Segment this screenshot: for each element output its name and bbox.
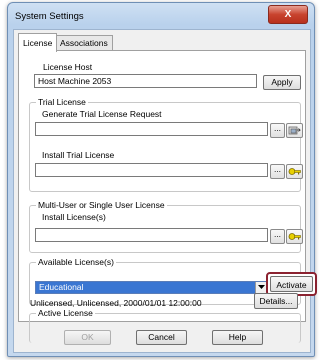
- active-license-group-title: Active License: [36, 308, 95, 318]
- license-host-input[interactable]: Host Machine 2053: [34, 74, 257, 88]
- install-licenses-key-button[interactable]: [286, 229, 303, 244]
- generate-trial-label: Generate Trial License Request: [42, 109, 162, 119]
- details-button[interactable]: Details...: [254, 293, 298, 309]
- active-license-status: Unlicensed, Unlicensed, 2000/01/01 12:00…: [30, 298, 202, 308]
- available-licenses-group-title: Available License(s): [36, 257, 116, 267]
- generate-request-button[interactable]: [286, 123, 303, 138]
- key-icon: [288, 233, 301, 240]
- close-button[interactable]: X: [268, 5, 308, 24]
- ok-button[interactable]: OK: [64, 330, 111, 345]
- help-button[interactable]: Help: [212, 330, 263, 345]
- dropdown-selected-value: Educational: [39, 282, 84, 292]
- key-icon: [288, 168, 301, 175]
- install-trial-key-button[interactable]: [286, 164, 303, 179]
- cancel-button[interactable]: Cancel: [136, 330, 187, 345]
- trial-license-group: Trial License Generate Trial License Req…: [29, 97, 303, 192]
- install-licenses-label: Install License(s): [42, 212, 106, 222]
- trial-license-group-title: Trial License: [36, 97, 88, 107]
- license-host-label: License Host: [43, 62, 93, 72]
- request-document-icon: [288, 126, 301, 135]
- generate-browse-button[interactable]: ...: [270, 123, 285, 138]
- install-trial-label: Install Trial License: [42, 150, 115, 160]
- install-trial-browse-button[interactable]: ...: [270, 164, 285, 179]
- install-licenses-browse-button[interactable]: ...: [270, 229, 285, 244]
- activate-button[interactable]: Activate: [270, 276, 313, 292]
- license-tab-panel: License Host Host Machine 2053 Apply Tri…: [18, 50, 317, 343]
- generate-trial-input[interactable]: [35, 122, 268, 136]
- apply-button[interactable]: Apply: [263, 75, 301, 90]
- window-title: System Settings: [15, 11, 84, 22]
- tab-associations[interactable]: Associations: [55, 35, 113, 51]
- install-trial-input[interactable]: [35, 163, 268, 177]
- title-bar: System Settings X: [8, 3, 314, 29]
- install-licenses-input[interactable]: [35, 228, 268, 242]
- multi-user-license-group: Multi-User or Single User License Instal…: [29, 200, 303, 253]
- tab-license[interactable]: License: [18, 33, 58, 52]
- multi-user-group-title: Multi-User or Single User License: [36, 200, 167, 210]
- available-licenses-dropdown[interactable]: Educational: [35, 281, 268, 294]
